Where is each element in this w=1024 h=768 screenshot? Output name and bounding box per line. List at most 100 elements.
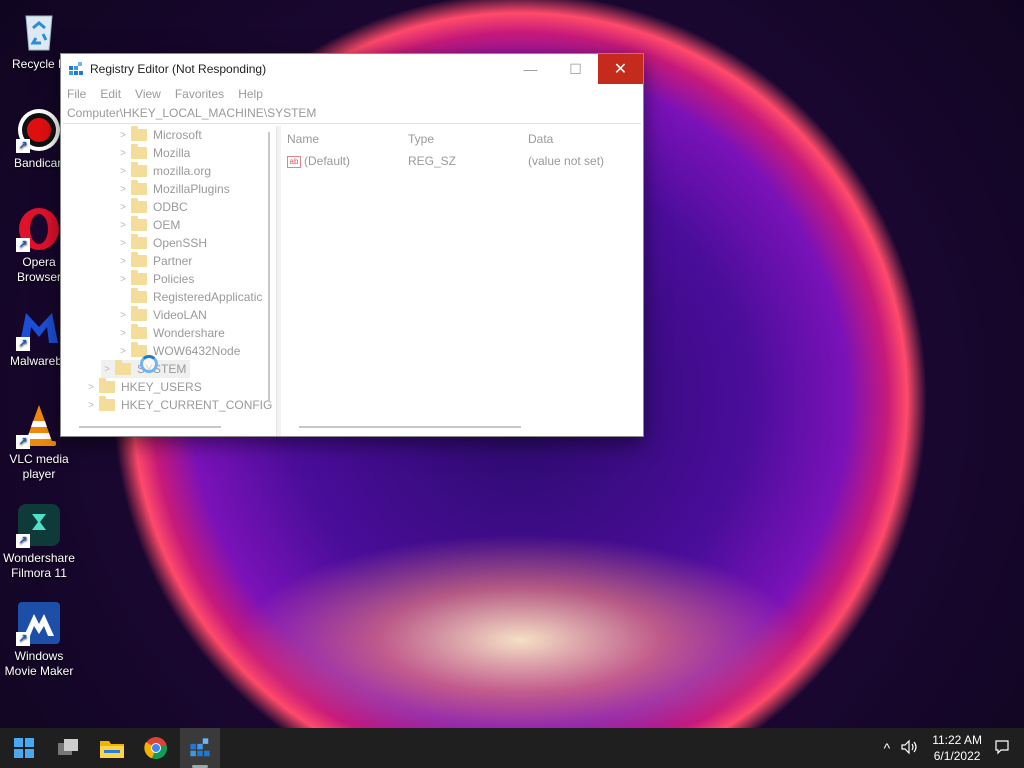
start-button[interactable] — [4, 728, 44, 768]
shortcut-arrow-icon: ↗ — [16, 139, 30, 153]
shortcut-arrow-icon: ↗ — [16, 435, 30, 449]
task-view-icon — [58, 739, 78, 755]
column-header-type[interactable]: Type — [408, 132, 434, 146]
clock-date: 6/1/2022 — [933, 749, 981, 763]
folder-icon — [131, 162, 147, 177]
chrome-icon — [144, 737, 167, 760]
address-bar[interactable]: Computer\HKEY_LOCAL_MACHINE\SYSTEM — [63, 104, 641, 124]
list-horizontal-scrollbar[interactable] — [299, 426, 521, 428]
menu-file[interactable]: File — [67, 87, 86, 101]
maximize-button[interactable]: ☐ — [553, 54, 598, 84]
tree-item[interactable]: > Microsoft — [117, 126, 202, 144]
registry-tree[interactable]: > Microsoft > Mozilla > mozilla.org > Mozill… — [61, 126, 277, 436]
tree-item[interactable]: > Partner — [117, 252, 192, 270]
folder-icon — [131, 144, 147, 159]
minimize-button[interactable]: — — [508, 54, 553, 84]
chevron-right-icon[interactable]: > — [117, 274, 129, 285]
chevron-right-icon[interactable]: > — [85, 382, 97, 393]
tree-item[interactable]: > OEM — [117, 216, 180, 234]
desktop-icon-filmora[interactable]: ↗ Wondershare Filmora 11 — [0, 502, 78, 581]
tree-item[interactable]: > mozilla.org — [117, 162, 211, 180]
shortcut-arrow-icon: ↗ — [16, 238, 30, 252]
folder-icon — [131, 324, 147, 339]
chevron-right-icon[interactable]: > — [117, 166, 129, 177]
busy-cursor-icon — [140, 355, 158, 373]
chevron-right-icon[interactable]: > — [117, 130, 129, 141]
folder-icon — [131, 216, 147, 231]
folder-icon — [100, 741, 124, 758]
tree-item[interactable]: > ODBC — [117, 198, 188, 216]
chevron-right-icon[interactable]: > — [117, 238, 129, 249]
tree-item[interactable]: > Mozilla — [117, 144, 190, 162]
filmora-icon: ↗ — [16, 502, 62, 548]
folder-icon — [99, 378, 115, 393]
chrome-button[interactable] — [136, 728, 176, 768]
desktop-icon-label: VLC media player — [9, 452, 69, 481]
menu-favorites[interactable]: Favorites — [175, 87, 224, 101]
chevron-right-icon[interactable]: > — [117, 256, 129, 267]
malwarebytes-icon: ↗ — [16, 305, 62, 351]
tree-item[interactable]: > VideoLAN — [117, 306, 207, 324]
close-button[interactable]: ✕ — [598, 54, 643, 84]
notification-icon[interactable] — [994, 739, 1010, 758]
folder-icon — [131, 306, 147, 321]
menu-help[interactable]: Help — [238, 87, 263, 101]
chevron-right-icon[interactable]: > — [85, 400, 97, 411]
value-data-cell: (value not set) — [528, 154, 605, 168]
shortcut-arrow-icon: ↗ — [16, 337, 30, 351]
tree-item[interactable]: > OpenSSH — [117, 234, 207, 252]
menu-view[interactable]: View — [135, 87, 161, 101]
tree-item[interactable]: > Policies — [117, 270, 194, 288]
folder-icon — [131, 252, 147, 267]
tree-item[interactable]: > MozillaPlugins — [117, 180, 230, 198]
clock[interactable]: 11:22 AM 6/1/2022 — [932, 732, 982, 764]
chevron-right-icon[interactable]: > — [117, 346, 129, 357]
shortcut-arrow-icon: ↗ — [16, 534, 30, 548]
tree-vertical-scrollbar[interactable] — [268, 132, 270, 402]
opera-icon: ↗ — [16, 206, 62, 252]
menu-bar: File Edit View Favorites Help — [61, 84, 643, 104]
registry-editor-icon — [68, 61, 84, 77]
chevron-right-icon[interactable]: > — [117, 310, 129, 321]
registry-editor-taskbar-button[interactable] — [180, 728, 220, 768]
column-header-name[interactable]: Name — [287, 132, 319, 146]
folder-icon — [115, 360, 131, 375]
registry-editor-icon — [190, 738, 210, 757]
show-hidden-icons-chevron-icon[interactable]: ^ — [884, 740, 891, 756]
column-header-data[interactable]: Data — [528, 132, 553, 146]
folder-icon — [131, 126, 147, 141]
tree-item[interactable]: RegisteredApplicatic — [117, 288, 262, 306]
shortcut-arrow-icon: ↗ — [16, 632, 30, 646]
title-bar[interactable]: Registry Editor (Not Responding) — ☐ ✕ — [61, 54, 643, 84]
tree-item[interactable]: > HKEY_CURRENT_CONFIG — [85, 396, 272, 414]
file-explorer-button[interactable] — [92, 728, 132, 768]
chevron-right-icon[interactable]: > — [101, 364, 113, 375]
tree-item[interactable]: > HKEY_USERS — [85, 378, 202, 396]
folder-icon — [131, 288, 147, 303]
recycle-bin-icon — [16, 8, 62, 54]
desktop-icon-label: Wondershare Filmora 11 — [3, 551, 75, 580]
registry-editor-window[interactable]: Registry Editor (Not Responding) — ☐ ✕ F… — [60, 53, 644, 437]
value-type-cell: REG_SZ — [408, 154, 457, 168]
chevron-right-icon[interactable]: > — [117, 328, 129, 339]
tree-item[interactable]: > Wondershare — [117, 324, 225, 342]
vlc-icon: ↗ — [16, 403, 62, 449]
folder-icon — [131, 270, 147, 285]
volume-icon[interactable] — [900, 739, 918, 758]
value-name-cell[interactable]: ab (Default) — [287, 154, 350, 168]
chevron-right-icon[interactable]: > — [117, 148, 129, 159]
menu-edit[interactable]: Edit — [100, 87, 121, 101]
tree-item[interactable]: > WOW6432Node — [117, 342, 240, 360]
clock-time: 11:22 AM — [932, 733, 982, 747]
chevron-right-icon[interactable]: > — [117, 184, 129, 195]
folder-icon — [99, 396, 115, 411]
task-view-button[interactable] — [48, 728, 88, 768]
values-list[interactable]: Name Type Data ab (Default) REG_SZ (value… — [281, 126, 643, 436]
tree-horizontal-scrollbar[interactable] — [79, 426, 221, 428]
folder-icon — [131, 198, 147, 213]
desktop-icon-movie-maker[interactable]: ↗ Windows Movie Maker — [0, 600, 78, 679]
chevron-right-icon[interactable]: > — [117, 202, 129, 213]
string-value-icon: ab — [287, 155, 301, 168]
chevron-right-icon[interactable]: > — [117, 220, 129, 231]
windows-logo-icon — [14, 738, 34, 758]
